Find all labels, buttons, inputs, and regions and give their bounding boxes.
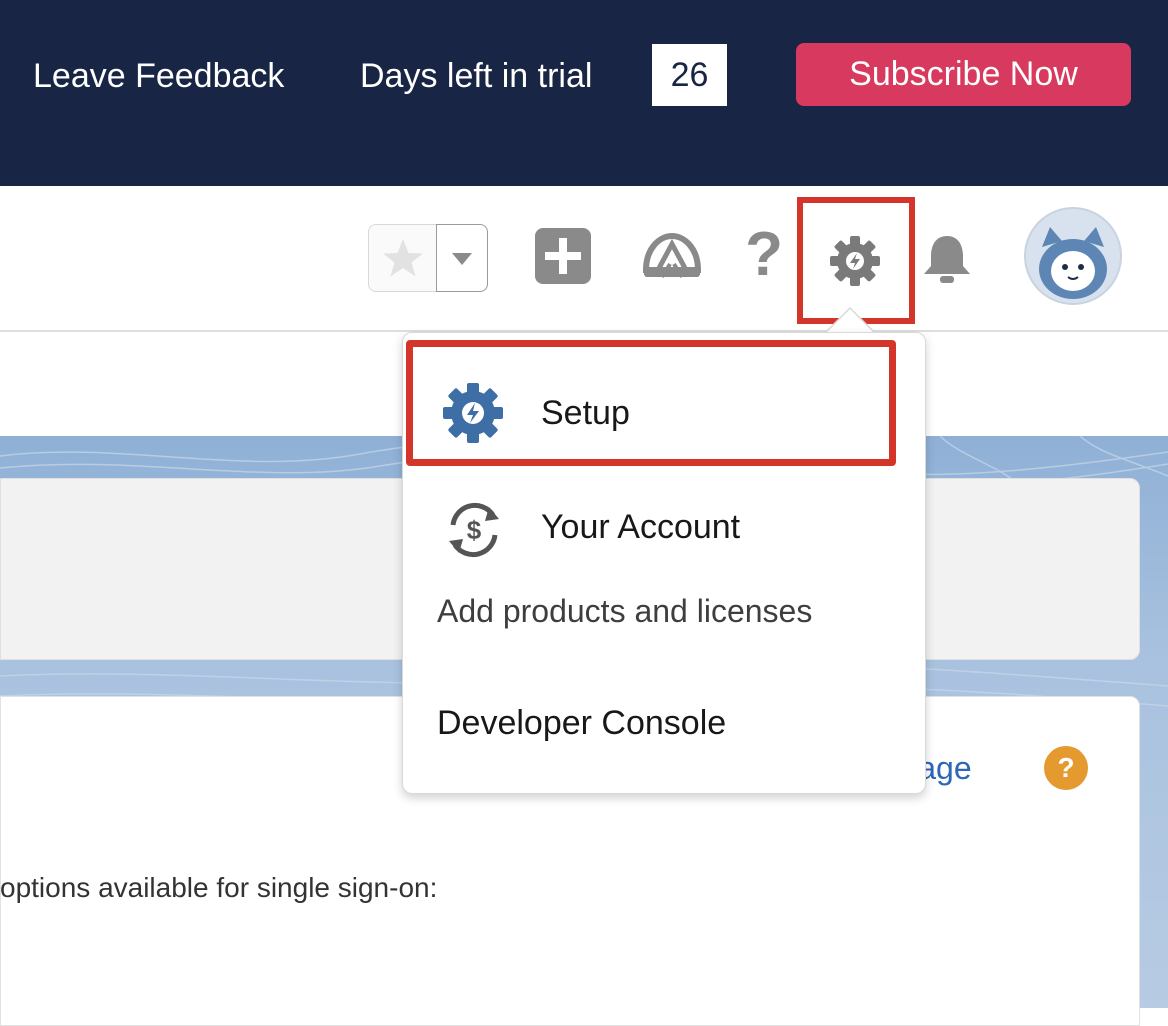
your-account-label: Your Account [541,508,741,546]
chevron-down-icon [452,253,472,265]
days-left-label: Days left in trial [360,57,593,95]
menu-item-your-account[interactable]: $ Your Account Add products and licenses [403,493,925,629]
svg-text:$: $ [467,515,482,545]
trailhead-icon[interactable] [640,230,704,286]
favorites-star-button[interactable] [368,224,437,292]
subscribe-now-button[interactable]: Subscribe Now [796,43,1131,106]
favorites-button-group [368,224,488,292]
star-icon [383,239,423,277]
avatar[interactable] [1024,207,1122,305]
bell-icon[interactable] [918,230,976,288]
favorites-menu-button[interactable] [436,224,488,292]
help-icon[interactable]: ? [742,222,786,288]
account-refresh-icon: $ [449,503,499,557]
avatar-image [1039,227,1107,299]
leave-feedback-link[interactable]: Leave Feedback [33,56,284,96]
developer-console-label: Developer Console [437,704,727,742]
your-account-note: Add products and licenses [437,593,813,629]
trial-bar: Leave Feedback Days left in trial 26 Sub… [0,0,1168,186]
days-left-counter: 26 [652,44,727,106]
setup-highlight-box [406,340,896,466]
menu-item-developer-console[interactable]: Developer Console [403,699,925,759]
help-badge-icon[interactable]: ? [1044,746,1088,790]
add-icon[interactable] [533,226,593,286]
sso-options-text: options available for single sign-on: [0,872,438,903]
